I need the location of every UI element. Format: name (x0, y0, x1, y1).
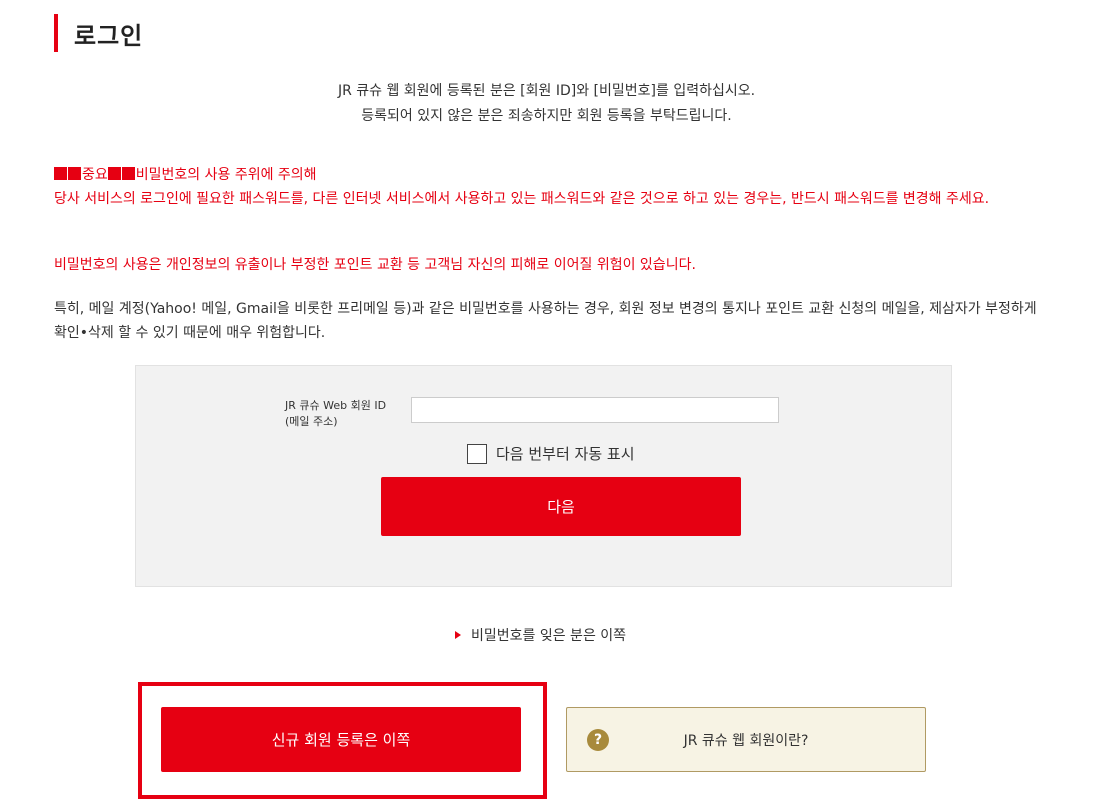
warning-square-icon (54, 167, 67, 180)
warning-heading-tail: 비밀번호의 사용 주위에 주의해 (135, 167, 317, 183)
warning-risk: 비밀번호의 사용은 개인정보의 유출이나 부정한 포인트 교환 등 고객님 자신… (54, 257, 696, 273)
intro-text: JR 큐슈 웹 회원에 등록된 분은 [회원 ID]와 [비밀번호]를 입력하십… (0, 79, 1093, 129)
member-id-label-line-2: (메일 주소) (285, 415, 338, 428)
member-id-label-line-1: JR 큐슈 Web 회원 ID (285, 399, 387, 412)
next-button[interactable]: 다음 (381, 477, 741, 536)
page-title: 로그인 (74, 21, 144, 50)
title-accent-bar (54, 14, 58, 52)
member-id-label: JR 큐슈 Web 회원 ID (메일 주소) (285, 398, 415, 430)
warning-square-icon (121, 167, 135, 180)
about-membership-button[interactable]: ? JR 큐슈 웹 회원이란? (566, 707, 926, 772)
intro-line-1: JR 큐슈 웹 회원에 등록된 분은 [회원 ID]와 [비밀번호]를 입력하십… (337, 83, 756, 99)
about-membership-label[interactable]: JR 큐슈 웹 회원이란? (567, 708, 925, 771)
register-button[interactable]: 신규 회원 등록은 이쪽 (161, 707, 521, 772)
warning-square-icon (68, 167, 81, 180)
warning-body: 당사 서비스의 로그인에 필요한 패스워드를, 다른 인터넷 서비스에서 사용하… (54, 191, 990, 207)
intro-line-2: 등록되어 있지 않은 분은 죄송하지만 회원 등록을 부탁드립니다. (361, 108, 732, 124)
triangle-right-icon (455, 631, 461, 639)
email-risk-note: 특히, 메일 계정(Yahoo! 메일, Gmail을 비롯한 프리메일 등)과… (54, 301, 1037, 341)
warning-heading-text: 중요 (82, 167, 108, 183)
login-form-panel: JR 큐슈 Web 회원 ID (메일 주소) 다음 번부터 자동 표시 다음 (135, 365, 952, 587)
password-warning: 중요 비밀번호의 사용 주위에 주의해 당사 서비스의 로그인에 필요한 패스워드… (54, 163, 1039, 211)
warning-heading: 중요 비밀번호의 사용 주위에 주의해 (54, 163, 1039, 187)
login-page: 로그인 JR 큐슈 웹 회원에 등록된 분은 [회원 ID]와 [비밀번호]를 … (0, 0, 1093, 806)
forgot-password-link[interactable]: 비밀번호를 잊은 분은 이쪽 (455, 625, 626, 645)
forgot-password-label[interactable]: 비밀번호를 잊은 분은 이쪽 (471, 625, 626, 645)
page-header: 로그인 (54, 14, 143, 52)
auto-login-checkbox[interactable] (467, 443, 487, 464)
warning-square-icon (107, 167, 121, 180)
member-id-input[interactable] (411, 397, 779, 423)
auto-login-label[interactable]: 다음 번부터 자동 표시 (496, 443, 635, 464)
auto-login-row[interactable]: 다음 번부터 자동 표시 (467, 443, 635, 464)
